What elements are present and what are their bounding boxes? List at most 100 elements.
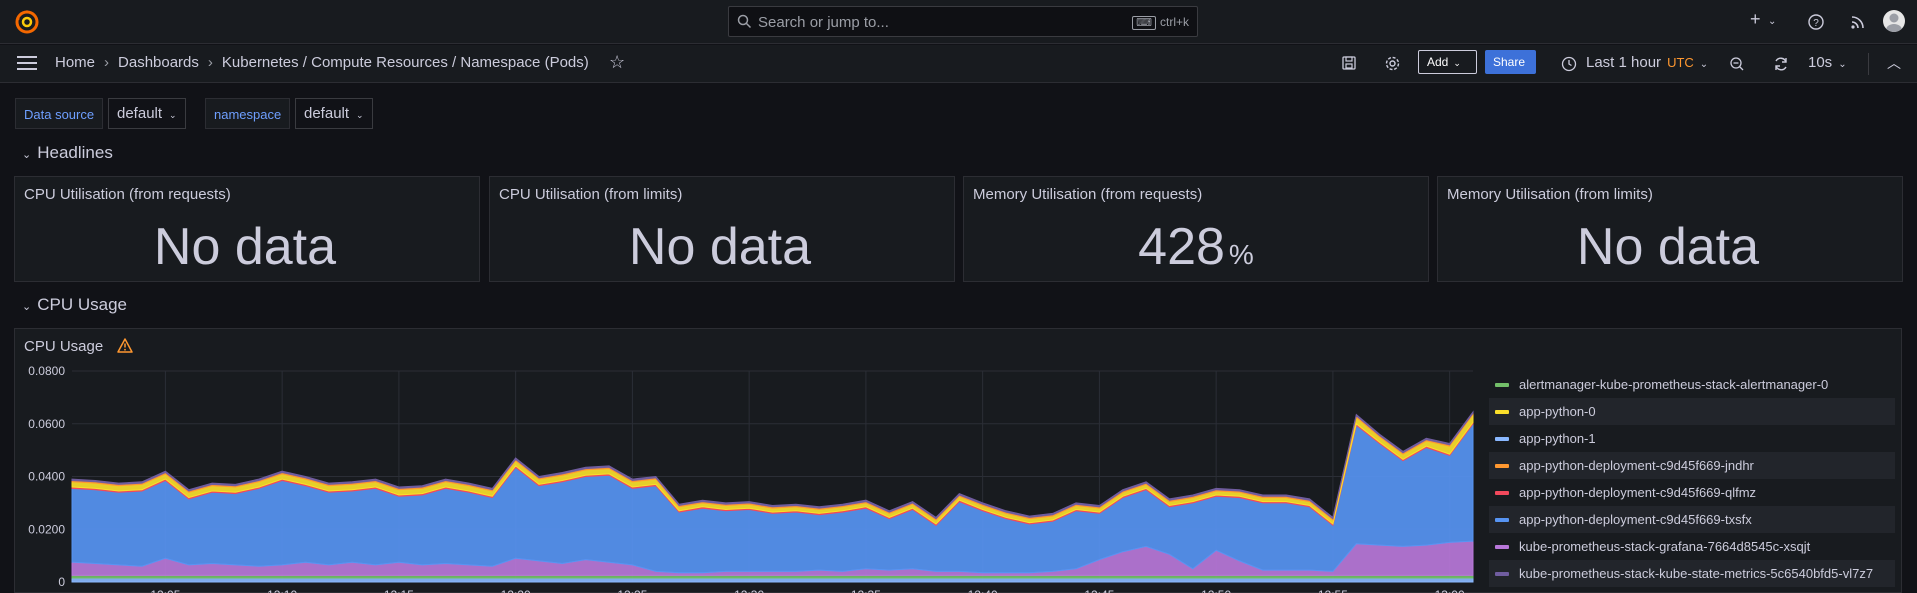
collapse-chevron-up-icon[interactable]: ︿ (1887, 53, 1901, 73)
star-icon[interactable]: ☆ (609, 52, 625, 73)
row-headlines[interactable]: ⌄ Headlines (22, 143, 113, 163)
breadcrumb-separator-icon: › (207, 54, 213, 71)
y-tick-label: 0.0200 (28, 522, 65, 536)
legend-swatch (1495, 464, 1509, 468)
namespace-select[interactable]: default ⌄ (295, 98, 373, 129)
x-tick-label: 12:55 (1318, 588, 1348, 593)
chevron-down-icon: ⌄ (356, 110, 364, 120)
row-cpu-usage[interactable]: ⌄ CPU Usage (22, 295, 127, 315)
panel-title: CPU Utilisation (from requests) (24, 186, 231, 203)
breadcrumb-home[interactable]: Home (55, 54, 95, 71)
series-area (71, 577, 1474, 583)
legend-item[interactable]: app-python-deployment-c9d45f669-txsfx (1489, 506, 1895, 533)
chevron-down-icon: ⌄ (22, 149, 32, 161)
stat-value: No data (153, 218, 337, 276)
stat-panel-cpu-requests[interactable]: CPU Utilisation (from requests) No data (14, 176, 480, 282)
panel-title: Memory Utilisation (from limits) (1447, 186, 1653, 203)
x-tick-label: 12:30 (734, 588, 764, 593)
chevron-down-icon: ⌄ (1838, 59, 1847, 70)
datasource-select[interactable]: default ⌄ (108, 98, 186, 129)
breadcrumb-dashboards[interactable]: Dashboards (118, 54, 199, 71)
chevron-down-icon: ⌄ (1453, 58, 1461, 68)
stat-panel-memory-limits[interactable]: Memory Utilisation (from limits) No data (1437, 176, 1903, 282)
y-tick-label: 0.0600 (28, 417, 65, 431)
legend-swatch (1495, 545, 1509, 549)
legend-item[interactable]: kube-prometheus-stack-kube-state-metrics… (1489, 560, 1895, 587)
top-bar: Search or jump to... ⌨ ctrl+k + ⌄ ? (0, 0, 1917, 44)
legend-item[interactable]: app-python-deployment-c9d45f669-jndhr (1489, 452, 1895, 479)
legend-item[interactable]: kube-prometheus-stack-grafana-7664d8545c… (1489, 533, 1895, 560)
search-input[interactable]: Search or jump to... ⌨ ctrl+k (728, 6, 1198, 37)
legend-swatch (1495, 518, 1509, 522)
search-icon (737, 14, 752, 29)
panel-title: CPU Usage (24, 338, 104, 355)
stat-value: No data (628, 218, 812, 276)
panel-title: Memory Utilisation (from requests) (973, 186, 1203, 203)
x-tick-label: 12:50 (1201, 588, 1231, 593)
cpu-usage-panel[interactable]: CPU Usage 0 0.0200 0.0400 0.0600 0.0800 12:05… (14, 328, 1902, 593)
help-icon[interactable]: ? (1808, 14, 1824, 30)
search-shortcut: ⌨ ctrl+k (1132, 15, 1189, 30)
add-new-icon[interactable]: + (1750, 9, 1761, 30)
chevron-down-icon: ⌄ (169, 110, 177, 120)
time-range-picker[interactable]: Last 1 hour UTC ⌄ (1586, 54, 1708, 71)
menu-icon[interactable] (17, 56, 37, 72)
stat-panel-memory-requests[interactable]: Memory Utilisation (from requests) 428% (963, 176, 1429, 282)
x-tick-label: 12:20 (501, 588, 531, 593)
legend-swatch (1495, 572, 1509, 576)
page-title: Kubernetes / Compute Resources / Namespa… (221, 54, 589, 71)
x-tick-label: 13:00 (1435, 588, 1465, 593)
variable-label-datasource: Data source (15, 98, 104, 129)
x-tick-label: 12:35 (851, 588, 881, 593)
chevron-down-icon: ⌄ (22, 301, 32, 313)
x-tick-label: 12:05 (150, 588, 180, 593)
refresh-interval-picker[interactable]: 10s ⌄ (1808, 54, 1847, 71)
settings-gear-icon[interactable] (1384, 55, 1401, 72)
svg-text:?: ? (1813, 18, 1819, 29)
chart-legend: alertmanager-kube-prometheus-stack-alert… (1489, 371, 1895, 587)
chevron-down-icon[interactable]: ⌄ (1768, 16, 1776, 27)
save-icon[interactable] (1341, 55, 1357, 71)
stat-value: 428% (1138, 218, 1254, 276)
dashboard-nav-bar: Home › Dashboards › Kubernetes / Compute Res… (0, 45, 1917, 83)
panel-title: CPU Utilisation (from limits) (499, 186, 683, 203)
legend-label: app-python-1 (1519, 431, 1596, 446)
legend-label: alertmanager-kube-prometheus-stack-alert… (1519, 377, 1829, 392)
clock-icon (1561, 56, 1577, 72)
x-tick-label: 12:15 (384, 588, 414, 593)
page-scrollbar[interactable] (1911, 45, 1917, 545)
breadcrumb: Home › Dashboards › Kubernetes / Compute Res… (55, 54, 589, 71)
legend-item[interactable]: app-python-1 (1489, 425, 1895, 452)
legend-item[interactable]: app-python-deployment-c9d45f669-qlfmz (1489, 479, 1895, 506)
news-feed-icon[interactable] (1850, 14, 1866, 30)
legend-label: kube-prometheus-stack-kube-state-metrics… (1519, 566, 1874, 581)
divider (1868, 53, 1869, 75)
y-tick-label: 0.0800 (28, 364, 65, 378)
legend-swatch (1495, 410, 1509, 414)
legend-label: kube-prometheus-stack-grafana-7664d8545c… (1519, 539, 1811, 554)
search-placeholder: Search or jump to... (758, 14, 889, 31)
legend-item[interactable]: alertmanager-kube-prometheus-stack-alert… (1489, 371, 1895, 398)
stat-panel-cpu-limits[interactable]: CPU Utilisation (from limits) No data (489, 176, 955, 282)
legend-label: app-python-deployment-c9d45f669-txsfx (1519, 512, 1752, 527)
user-avatar[interactable] (1883, 10, 1905, 32)
warning-icon[interactable] (117, 338, 133, 353)
x-tick-label: 12:25 (617, 588, 647, 593)
add-button[interactable]: Add ⌄ (1418, 50, 1477, 74)
x-tick-label: 12:40 (968, 588, 998, 593)
y-tick-label: 0.0400 (28, 470, 65, 484)
zoom-out-icon[interactable] (1729, 56, 1745, 72)
variable-label-namespace: namespace (205, 98, 291, 129)
share-button[interactable]: Share (1485, 50, 1536, 74)
breadcrumb-separator-icon: › (104, 54, 110, 71)
legend-label: app-python-deployment-c9d45f669-jndhr (1519, 458, 1754, 473)
chevron-down-icon: ⌄ (1699, 59, 1709, 70)
refresh-icon[interactable] (1773, 56, 1789, 72)
legend-item[interactable]: app-python-0 (1489, 398, 1895, 425)
grafana-logo-icon[interactable] (14, 9, 40, 35)
x-tick-label: 12:45 (1084, 588, 1114, 593)
user-icon (1886, 13, 1902, 32)
cpu-usage-chart[interactable]: 0 0.0200 0.0400 0.0600 0.0800 12:05 12:10 12:15… (15, 359, 1475, 593)
x-tick-label: 12:10 (267, 588, 297, 593)
y-tick-label: 0 (58, 575, 65, 589)
